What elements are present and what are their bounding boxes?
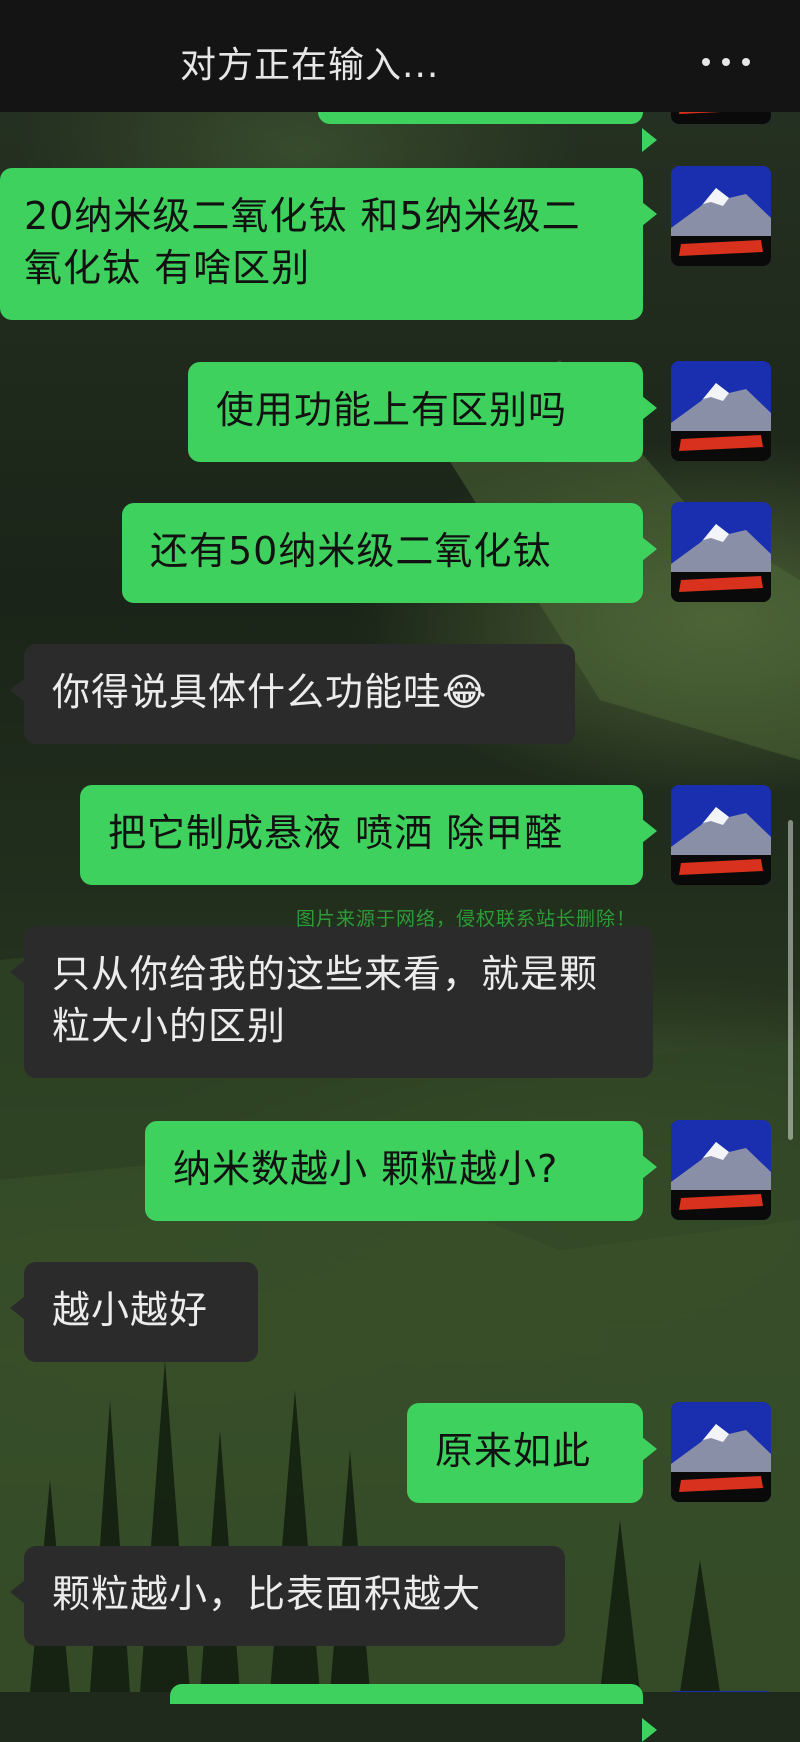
avatar[interactable] <box>671 1684 771 1692</box>
message-text: 你得说具体什么功能哇😂 <box>52 670 488 714</box>
message-text: 只从你给我的这些来看，就是颗粒大小的区别 <box>52 952 599 1048</box>
message-text: 越小越好 <box>52 1288 209 1332</box>
message-text: 原来如此 <box>435 1429 592 1473</box>
watermark-text: 图片来源于网络，侵权联系站长删除！ <box>296 908 637 930</box>
partial-sent-bubble <box>170 1684 657 1742</box>
received-message: 越小越好 <box>10 1262 258 1362</box>
avatar[interactable] <box>671 502 771 602</box>
more-dots-icon[interactable] <box>702 56 750 68</box>
message-text: 使用功能上有区别吗 <box>216 388 568 432</box>
sent-message: 还有50纳米级二氧化钛 <box>122 503 657 603</box>
sent-message: 纳米数越小 颗粒越小? <box>145 1121 657 1221</box>
received-message: 你得说具体什么功能哇😂 <box>10 644 575 744</box>
avatar[interactable] <box>671 785 771 885</box>
sent-message: 把它制成悬液 喷洒 除甲醛 <box>80 785 657 885</box>
avatar[interactable] <box>671 166 771 266</box>
received-message: 颗粒越小，比表面积越大 <box>10 1546 565 1646</box>
message-text: 还有50纳米级二氧化钛 <box>150 529 552 573</box>
message-text: 纳米数越小 颗粒越小? <box>173 1147 559 1191</box>
avatar[interactable] <box>671 1120 771 1220</box>
sent-message: 原来如此 <box>407 1403 657 1503</box>
sent-message: 20纳米级二氧化钛 和5纳米级二氧化钛 有啥区别 <box>0 168 657 320</box>
avatar[interactable] <box>671 1402 771 1502</box>
avatar[interactable] <box>671 361 771 461</box>
received-message: 只从你给我的这些来看，就是颗粒大小的区别 <box>10 926 653 1078</box>
message-text: 20纳米级二氧化钛 和5纳米级二氧化钛 有啥区别 <box>24 194 581 290</box>
message-text: 把它制成悬液 喷洒 除甲醛 <box>108 811 564 855</box>
message-list: 20纳米级二氧化钛 和5纳米级二氧化钛 有啥区别 使用功能上有区别吗 还有50纳… <box>0 0 800 1742</box>
message-text: 颗粒越小，比表面积越大 <box>52 1572 482 1616</box>
chat-header: 对方正在输入... <box>0 0 800 112</box>
chat-title: 对方正在输入... <box>180 45 440 86</box>
sent-message: 使用功能上有区别吗 <box>188 362 657 462</box>
scrollbar[interactable] <box>788 820 793 1140</box>
